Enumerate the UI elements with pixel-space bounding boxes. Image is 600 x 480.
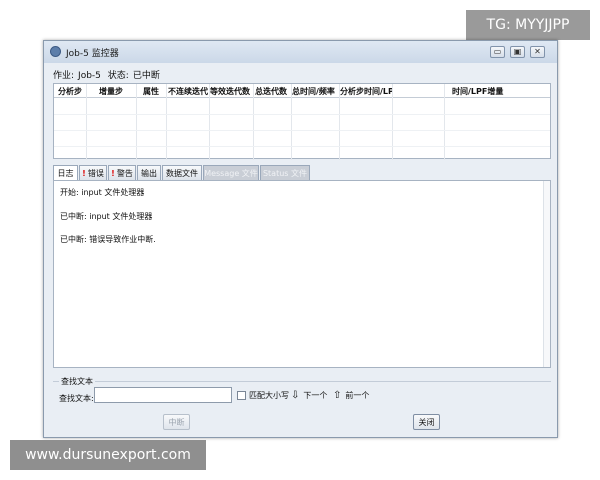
tab-label: 错误 [87, 168, 104, 178]
status-value: 已中断 [132, 71, 160, 81]
tab-output[interactable]: 输出 [137, 165, 161, 180]
app-icon [50, 46, 61, 57]
match-case-checkbox[interactable] [237, 391, 246, 400]
arrow-up-icon: ⇧ [333, 390, 342, 401]
title-bar[interactable]: Job-5 监控器 ▭ ▣ ✕ [44, 41, 557, 63]
minimize-button[interactable]: ▭ [490, 46, 505, 58]
tab-label: 输出 [141, 168, 157, 178]
find-next-button[interactable]: ⇩ 下一个 [291, 390, 327, 401]
log-line: 开始: input 文件处理器 [60, 188, 145, 197]
tab-data-file[interactable]: 数据文件 [162, 165, 202, 180]
watermark-bottom: www.dursunexport.com [10, 440, 206, 470]
log-scrollbar[interactable] [543, 181, 550, 367]
tab-status-file: Status 文件 [260, 165, 310, 180]
tab-label: 警告 [116, 168, 133, 178]
table-header: 分析步 增量步 属性 不连续迭代 等效迭代数 总迭代数 总时间/频率 分析步时间… [54, 84, 550, 98]
find-text-input[interactable] [94, 387, 232, 403]
tab-errors[interactable]: ! 错误 [79, 165, 107, 180]
column-header: 时间/LPF增量 [452, 87, 504, 96]
log-line: 已中断: input 文件处理器 [60, 212, 153, 221]
close-button[interactable]: 关闭 [413, 414, 440, 430]
arrow-down-icon: ⇩ [291, 390, 300, 401]
tab-message-file: Message 文件 [203, 165, 259, 180]
match-case-label: 匹配大小写 [249, 391, 289, 400]
tab-log[interactable]: 日志 [53, 165, 78, 181]
watermark-top: TG: MYYJJPP [466, 10, 590, 40]
close-window-button[interactable]: ✕ [530, 46, 545, 58]
tab-label: 日志 [57, 169, 74, 178]
tab-label: 数据文件 [166, 168, 198, 178]
tab-label: Message 文件 [204, 168, 258, 178]
progress-table[interactable]: 分析步 增量步 属性 不连续迭代 等效迭代数 总迭代数 总时间/频率 分析步时间… [53, 83, 551, 160]
job-info: 作业: Job-5 状态: 已中断 [53, 68, 164, 81]
window-title: Job-5 监控器 [66, 49, 119, 59]
status-label: 状态: [107, 71, 129, 81]
column-header: 增量步 [99, 87, 123, 96]
find-separator [53, 381, 551, 382]
job-label: 作业: [53, 71, 75, 81]
error-icon: ! [82, 168, 86, 178]
match-case-toggle[interactable]: 匹配大小写 [237, 390, 289, 401]
maximize-button[interactable]: ▣ [510, 46, 525, 58]
find-text-label: 查找文本: [59, 394, 94, 403]
find-prev-button[interactable]: ⇧ 前一个 [333, 390, 369, 401]
find-prev-label: 前一个 [345, 391, 370, 400]
output-tabs: 日志 ! 错误 ! 警告 输出 数据文件 Message 文件 Status 文件 [53, 165, 551, 181]
warning-icon: ! [111, 168, 115, 178]
column-header: 不连续迭代 [168, 87, 208, 96]
column-header: 总迭代数 [255, 87, 287, 96]
log-panel[interactable]: 开始: input 文件处理器 已中断: input 文件处理器 已中断: 错误… [53, 180, 551, 368]
column-header: 分析步 [58, 87, 82, 96]
job-monitor-window: Job-5 监控器 ▭ ▣ ✕ 作业: Job-5 状态: 已中断 分析步 增量步 … [43, 40, 558, 438]
column-header: 等效迭代数 [210, 87, 250, 96]
log-line: 已中断: 错误导致作业中断. [60, 235, 156, 244]
tab-warnings[interactable]: ! 警告 [108, 165, 136, 180]
job-value: Job-5 [78, 71, 101, 81]
find-section-label: 查找文本 [59, 376, 95, 387]
column-header: 属性 [143, 87, 159, 96]
tab-label: Status 文件 [262, 168, 308, 178]
column-header: 总时间/频率 [292, 87, 335, 96]
column-header: 分析步时间/LPF [340, 87, 392, 96]
find-next-label: 下一个 [303, 391, 328, 400]
interrupt-button: 中断 [163, 414, 190, 430]
